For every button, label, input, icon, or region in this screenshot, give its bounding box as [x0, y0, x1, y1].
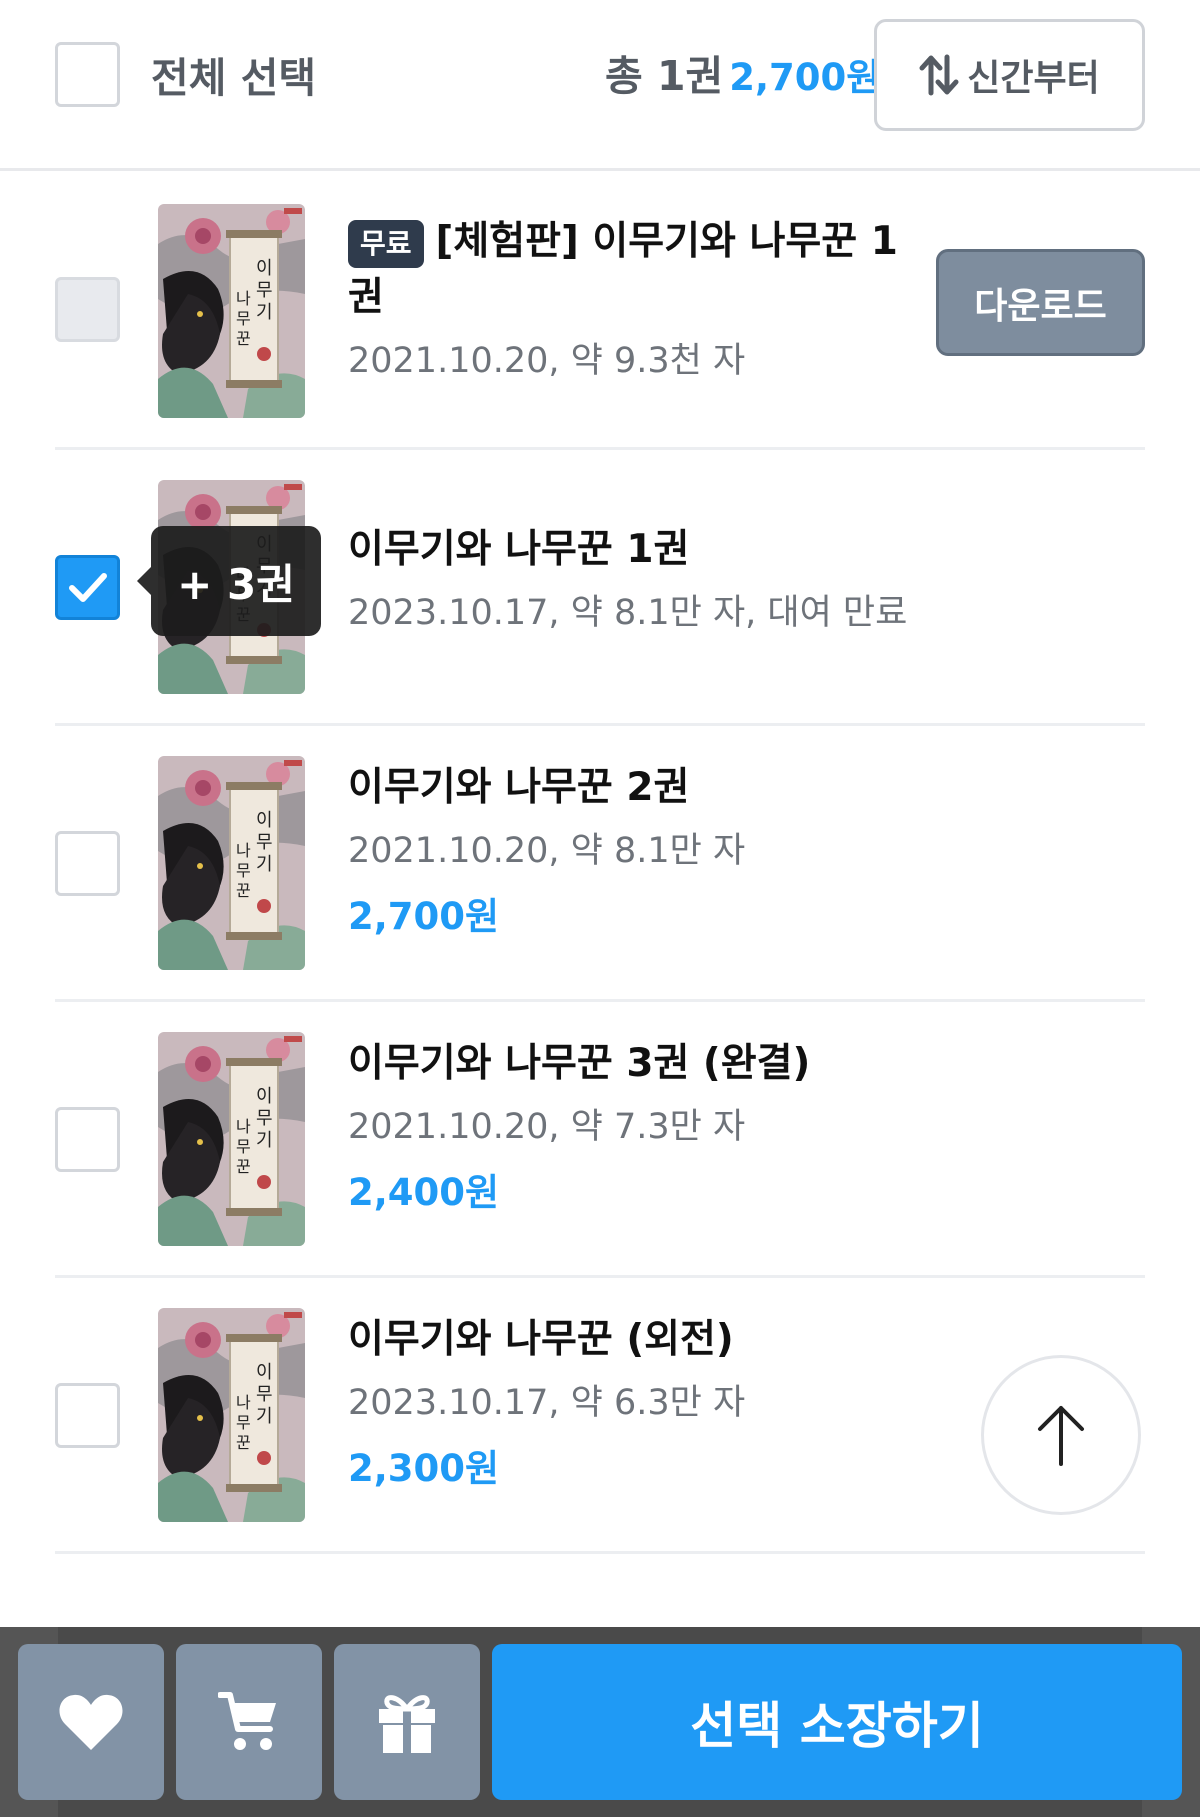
book-meta: 2023.10.17, 약 6.3만 자: [348, 1383, 746, 1423]
book-title[interactable]: 이무기와 나무꾼 2권: [348, 760, 908, 816]
heart-icon: [59, 1694, 123, 1750]
book-price: 2,400원: [348, 1171, 500, 1214]
book-title[interactable]: 무료 [체험판] 이무기와 나무꾼 1권: [348, 214, 908, 326]
book-meta: 2021.10.20, 약 8.1만 자: [348, 831, 746, 871]
list-item[interactable]: 무료 [체험판] 이무기와 나무꾼 1권 2021.10.20, 약 9.3천 자…: [55, 174, 1145, 450]
list-item[interactable]: 이무기와 나무꾼 3권 (완결) 2021.10.20, 약 7.3만 자 2,…: [55, 1002, 1145, 1278]
select-all-checkbox[interactable]: [55, 42, 120, 107]
book-title[interactable]: 이무기와 나무꾼 1권: [348, 522, 908, 578]
bottom-action-bar: 선택 소장하기: [0, 1627, 1200, 1817]
cart-button[interactable]: [176, 1644, 322, 1800]
book-title-text: [체험판] 이무기와 나무꾼 1권: [348, 219, 898, 320]
book-title[interactable]: 이무기와 나무꾼 3권 (완결): [348, 1036, 908, 1092]
book-price: 2,700원: [348, 895, 500, 938]
book-meta: 2023.10.17, 약 8.1만 자, 대여 만료: [348, 593, 908, 633]
free-badge: 무료: [348, 219, 424, 268]
selection-total: 총 1권 2,700원: [605, 42, 880, 103]
book-price: 2,300원: [348, 1447, 500, 1490]
item-checkbox: [55, 277, 120, 342]
book-cover[interactable]: [158, 756, 305, 970]
sort-button[interactable]: 신간부터: [874, 19, 1145, 131]
total-count: 총 1권: [605, 52, 724, 100]
gift-button[interactable]: [334, 1644, 480, 1800]
book-cover[interactable]: [158, 1032, 305, 1246]
select-all-label[interactable]: 전체 선택: [151, 44, 316, 104]
cart-icon: [218, 1692, 276, 1750]
checkmark-icon: [69, 573, 107, 602]
gift-icon: [379, 1695, 435, 1753]
volume-count-tooltip: + 3권: [137, 526, 321, 636]
list-item[interactable]: 이무기와 나무꾼 (외전) 2023.10.17, 약 6.3만 자 2,300…: [55, 1278, 1145, 1554]
scroll-to-top-button[interactable]: [981, 1355, 1141, 1515]
item-checkbox[interactable]: [55, 831, 120, 896]
item-checkbox[interactable]: [55, 1383, 120, 1448]
wishlist-button[interactable]: [18, 1644, 164, 1800]
book-cover[interactable]: [158, 204, 305, 418]
sort-icon: [919, 54, 959, 96]
list-header: 전체 선택 총 1권 2,700원 신간부터: [0, 0, 1200, 171]
book-meta: 2021.10.20, 약 7.3만 자: [348, 1107, 746, 1147]
list-item[interactable]: 이무기와 나무꾼 2권 2021.10.20, 약 8.1만 자 2,700원: [55, 726, 1145, 1002]
sort-label: 신간부터: [967, 58, 1100, 99]
item-checkbox[interactable]: [55, 1107, 120, 1172]
book-title[interactable]: 이무기와 나무꾼 (외전): [348, 1312, 908, 1368]
total-price: 2,700원: [729, 56, 881, 99]
list-item[interactable]: + 3권 이무기와 나무꾼 1권 2023.10.17, 약 8.1만 자, 대…: [55, 450, 1145, 726]
item-checkbox[interactable]: [55, 555, 120, 620]
download-button[interactable]: 다운로드: [936, 249, 1145, 356]
book-meta: 2021.10.20, 약 9.3천 자: [348, 341, 746, 381]
book-cover[interactable]: [158, 1308, 305, 1522]
arrow-up-icon: [1038, 1406, 1084, 1466]
purchase-selected-button[interactable]: 선택 소장하기: [492, 1644, 1182, 1800]
